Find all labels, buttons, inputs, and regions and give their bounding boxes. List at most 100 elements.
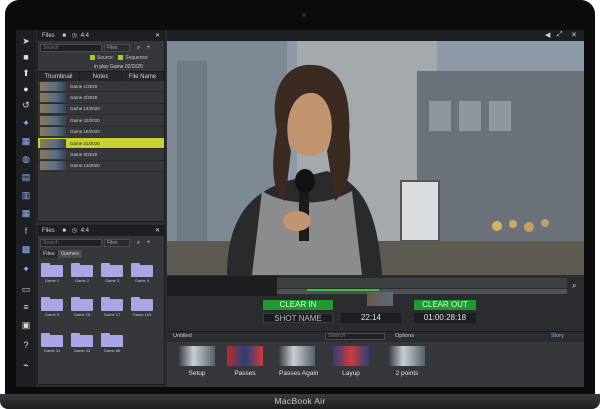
file-row[interactable]: Game 2/2020 [38,92,164,104]
add-icon[interactable]: + [144,44,153,52]
game-folder[interactable]: Game 1 [41,263,63,283]
search-icon[interactable]: ⌕ [134,239,143,247]
history-icon[interactable]: ↺ [21,100,31,110]
files-search-input[interactable]: Search [40,44,102,52]
story-mode-tab[interactable]: Story [551,333,564,339]
folder-icon [71,263,93,277]
games-panel-header: Files ■ ◷ 4:4 ✕ [38,226,164,236]
graph-icon[interactable]: ⌁ [21,360,31,370]
story-clip[interactable]: Setup [179,346,215,377]
record-icon[interactable]: ● [21,84,31,94]
story-clip[interactable]: Passes Again [279,346,318,377]
schedule-icon[interactable]: ▦ [21,208,31,218]
zoom-icon[interactable]: ⌕ [572,281,576,291]
files-filter-select[interactable]: Files [104,44,130,52]
close-icon[interactable]: ✕ [571,31,577,39]
files-list: Game 1/2020 Game 2/2020 Game 14/2020 Gam… [38,81,164,173]
volume-icon[interactable]: ◀ [545,31,550,39]
layout-icon[interactable]: ▥ [21,190,31,200]
folder-label: Game 2 [74,278,90,283]
tab-files[interactable]: Files [40,250,58,258]
folder-label: Game 5 [44,312,60,317]
folder-label: Game 66 [103,348,121,353]
grid-icon[interactable]: ▩ [21,244,31,254]
file-row[interactable]: Game 14/2020 [38,104,164,116]
game-folder[interactable]: Game 23 [71,333,93,353]
folder-icon[interactable]: ■ [21,52,31,62]
game-folder[interactable]: Game 5 [41,297,63,317]
clip-label: Passes [234,370,256,377]
globe-icon[interactable]: ◍ [21,154,31,164]
column-header[interactable]: Notes [80,72,122,81]
list-icon[interactable]: ≡ [21,302,31,312]
files-check-row: Source Sequence [38,54,164,63]
game-folder[interactable]: Game 4 [131,263,153,283]
folder-label: Game 23 [73,348,91,353]
folder-small-icon[interactable]: ■ [62,228,66,234]
game-folder[interactable]: Game 2 [71,263,93,283]
twitter-icon[interactable]: ✦ [21,118,31,128]
add-icon[interactable]: + [144,239,153,247]
print-icon[interactable]: ▣ [21,320,31,330]
viewer-topbar: ◀ ⤢ ✕ [167,30,584,41]
file-name: Game 21/2020 [70,140,100,146]
games-search-input[interactable]: Search [40,239,102,247]
file-thumbnail [40,93,66,103]
sequence-checkbox[interactable] [118,55,124,61]
shot-name-field[interactable]: SHOT NAME [263,313,333,323]
story-clip[interactable]: Passes [227,346,263,377]
story-clip[interactable]: 2 points [389,346,425,377]
game-folder[interactable]: Game 100 [131,297,153,317]
story-clip[interactable]: Layup [333,346,369,377]
game-folder[interactable]: Game 66 [101,333,123,353]
games-filter-select[interactable]: Files [104,239,130,247]
timeline-filmstrip[interactable] [277,278,567,288]
file-thumbnail [40,104,66,114]
games-panel-title: Files [42,228,55,234]
file-thumbnail [40,115,66,125]
help-icon[interactable]: ? [21,340,31,350]
twitter-alt-icon[interactable]: ✦ [21,264,31,274]
files-panel: Files ■ ◷ 4:4 ✕ Search Files ⌕ + Source … [37,30,165,222]
folder-icon [71,333,93,347]
search-icon[interactable]: ⌕ [134,44,143,52]
story-header: Untitled Search Options Story [167,332,584,342]
clear-in-button[interactable]: CLEAR IN [263,300,333,310]
timecode-display: 01:00:28:18 [414,313,476,323]
file-row[interactable]: Game 1/2020 [38,81,164,93]
column-header[interactable]: File Name [122,72,164,81]
games-count: 4:4 [80,228,89,234]
source-checkbox[interactable] [90,55,95,61]
keyboard-icon[interactable]: ▭ [21,284,31,294]
close-icon[interactable]: ✕ [155,31,160,41]
file-row[interactable]: Game 22/2020 [38,115,164,127]
file-thumbnail [40,161,66,171]
video-preview[interactable] [167,41,584,275]
clear-out-button[interactable]: CLEAR OUT [414,300,476,310]
mark-controls: CLEAR IN CLEAR OUT SHOT NAME 22:14 01:00… [167,292,584,330]
file-name: Game 8/2020 [70,152,98,158]
folder-small-icon[interactable]: ■ [62,33,66,39]
file-row[interactable]: Game 13/2020 [38,161,164,173]
facebook-icon[interactable]: f [21,226,31,236]
document-icon[interactable]: ▤ [21,172,31,182]
expand-icon[interactable]: ⤢ [557,31,563,39]
clip-label: Layup [342,370,360,377]
sequence-label: Sequence [125,55,148,61]
options-button[interactable]: Options [395,333,414,339]
game-folder[interactable]: Game 3 [101,263,123,283]
file-row[interactable]: Game 16/2020 [38,127,164,138]
game-folder[interactable]: Game 16 [71,297,93,317]
file-row[interactable]: Game 8/2020 [38,149,164,161]
story-search-input[interactable]: Search [325,333,385,340]
close-icon[interactable]: ✕ [155,226,160,236]
upload-icon[interactable]: ⬆ [21,68,31,78]
game-folder[interactable]: Game 31 [41,333,63,353]
tab-games[interactable]: Games [58,250,82,258]
file-row-selected[interactable]: Game 21/2020 [38,137,164,150]
clip-thumbnail [279,346,315,366]
column-header[interactable]: Thumbnail [38,72,80,81]
calendar-icon[interactable]: ▦ [21,136,31,146]
game-folder[interactable]: Game 17 [101,297,123,317]
file-name: Game 16/2020 [70,129,100,135]
